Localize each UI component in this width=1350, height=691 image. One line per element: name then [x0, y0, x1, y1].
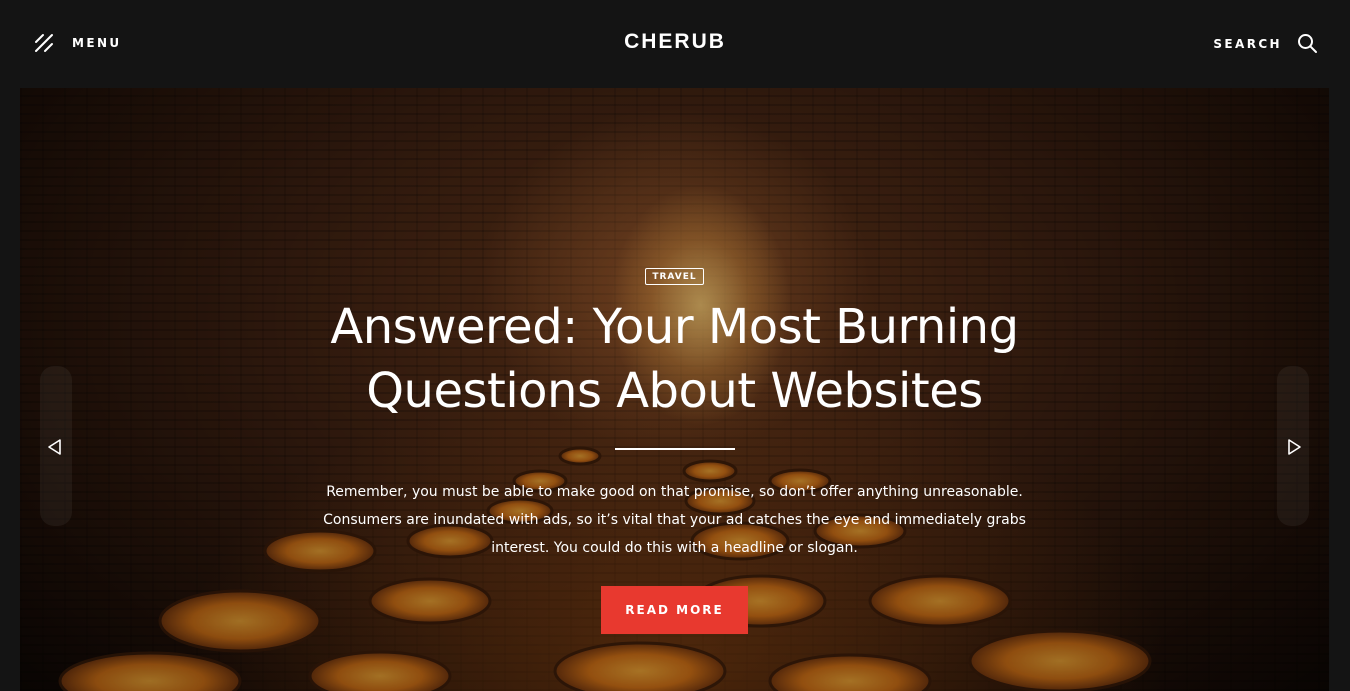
site-logo[interactable]: CHERUB [0, 30, 1350, 54]
post-excerpt: Remember, you must be able to make good … [323, 484, 1026, 556]
search-icon [1297, 33, 1318, 54]
read-more-button[interactable]: READ MORE [601, 586, 748, 634]
search-label: SEARCH [1213, 36, 1282, 51]
search-button[interactable]: SEARCH [1213, 33, 1318, 54]
site-header: MENU CHERUB SEARCH [0, 0, 1350, 88]
category-badge[interactable]: TRAVEL [645, 268, 704, 285]
title-divider [614, 448, 735, 450]
hero-slider: TRAVEL Answered: Your Most Burning Quest… [20, 88, 1329, 691]
hero-content: TRAVEL Answered: Your Most Burning Quest… [20, 264, 1329, 634]
post-title[interactable]: Answered: Your Most Burning Questions Ab… [275, 295, 1075, 423]
